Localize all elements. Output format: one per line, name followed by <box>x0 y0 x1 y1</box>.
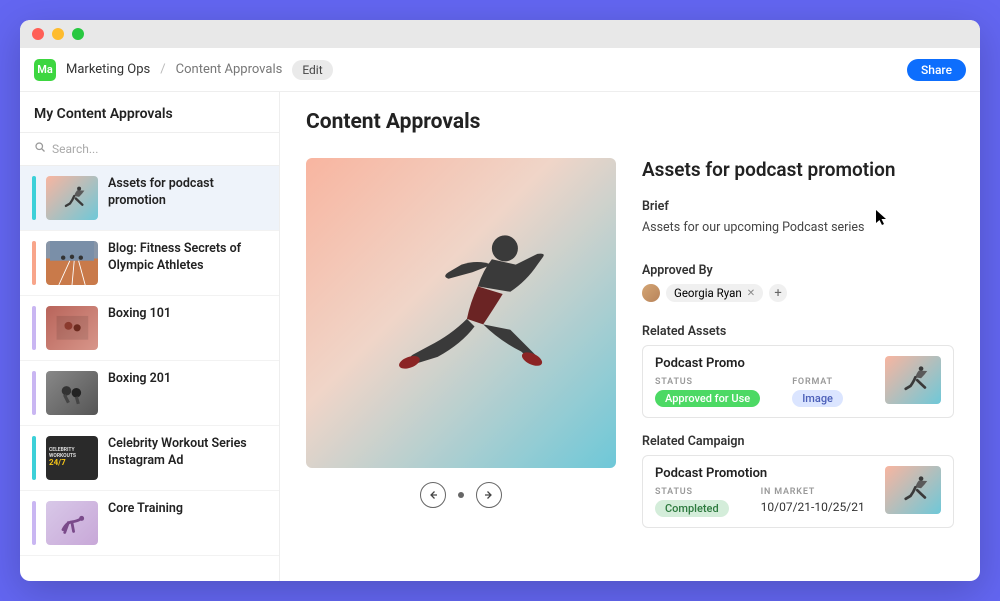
related-campaign-label: Related Campaign <box>642 434 954 449</box>
main-panel: Content Approvals <box>280 92 980 581</box>
approver-tag[interactable]: Georgia Ryan ✕ <box>666 284 763 302</box>
brief-text: Assets for our upcoming Podcast series <box>642 220 954 235</box>
item-title: Core Training <box>108 501 183 545</box>
search-icon <box>34 141 46 157</box>
related-asset-card[interactable]: Podcast Promo STATUS Approved for Use FO… <box>642 345 954 418</box>
item-accent-bar <box>32 371 36 415</box>
sidebar-item[interactable]: Boxing 101 <box>20 296 279 361</box>
asset-format-badge: Image <box>792 390 843 407</box>
add-approver-button[interactable]: + <box>769 284 787 302</box>
carousel-prev-button[interactable] <box>420 482 446 508</box>
item-accent-bar <box>32 176 36 220</box>
item-title: Assets for podcast promotion <box>108 176 267 220</box>
approver-name: Georgia Ryan <box>674 286 742 300</box>
item-thumbnail <box>46 306 98 350</box>
edit-button[interactable]: Edit <box>292 60 332 80</box>
item-thumbnail: CELEBRITY WORKOUTS24/7 <box>46 436 98 480</box>
top-bar: Ma Marketing Ops / Content Approvals Edi… <box>20 48 980 92</box>
format-label: FORMAT <box>792 377 843 387</box>
in-market-value: 10/07/21-10/25/21 <box>761 500 865 514</box>
page-title: Content Approvals <box>306 110 954 134</box>
runner-image <box>353 205 570 422</box>
brief-label: Brief <box>642 199 954 214</box>
status-label: STATUS <box>655 377 760 387</box>
related-assets-label: Related Assets <box>642 324 954 339</box>
sidebar-list: Assets for podcast promotion Blog: Fitnes… <box>20 166 279 581</box>
item-title: Boxing 201 <box>108 371 171 415</box>
item-accent-bar <box>32 501 36 545</box>
search-input[interactable] <box>52 142 265 156</box>
item-thumbnail <box>46 371 98 415</box>
sidebar-item[interactable]: Boxing 201 <box>20 361 279 426</box>
remove-approver-icon[interactable]: ✕ <box>747 288 755 299</box>
related-campaign-card[interactable]: Podcast Promotion STATUS Completed IN MA… <box>642 455 954 528</box>
related-asset-title: Podcast Promo <box>655 356 873 371</box>
item-title: Celebrity Workout Series Instagram Ad <box>108 436 267 480</box>
minimize-window-icon[interactable] <box>52 28 64 40</box>
sidebar-item[interactable]: Core Training <box>20 491 279 556</box>
item-accent-bar <box>32 241 36 285</box>
item-title: Blog: Fitness Secrets of Olympic Athlete… <box>108 241 267 285</box>
breadcrumb-separator: / <box>160 62 165 77</box>
item-accent-bar <box>32 436 36 480</box>
item-thumbnail <box>46 176 98 220</box>
related-campaign-thumb <box>885 466 941 514</box>
window-titlebar <box>20 20 980 48</box>
sidebar-item[interactable]: Assets for podcast promotion <box>20 166 279 231</box>
related-campaign-title: Podcast Promotion <box>655 466 873 481</box>
item-thumbnail <box>46 501 98 545</box>
share-button[interactable]: Share <box>907 59 966 81</box>
sidebar-item[interactable]: Blog: Fitness Secrets of Olympic Athlete… <box>20 231 279 296</box>
close-window-icon[interactable] <box>32 28 44 40</box>
carousel-dot <box>458 492 464 498</box>
breadcrumb-page[interactable]: Content Approvals <box>176 62 283 77</box>
carousel-next-button[interactable] <box>476 482 502 508</box>
sidebar: My Content Approvals Assets for podcast … <box>20 92 280 581</box>
campaign-status-badge: Completed <box>655 500 729 517</box>
breadcrumb-workspace[interactable]: Marketing Ops <box>66 62 150 77</box>
item-thumbnail <box>46 241 98 285</box>
sidebar-title: My Content Approvals <box>20 92 279 133</box>
approver-avatar <box>642 284 660 302</box>
asset-preview[interactable] <box>306 158 616 468</box>
campaign-status-label: STATUS <box>655 487 729 497</box>
approved-by-label: Approved By <box>642 263 954 278</box>
maximize-window-icon[interactable] <box>72 28 84 40</box>
in-market-label: IN MARKET <box>761 487 865 497</box>
sidebar-item[interactable]: CELEBRITY WORKOUTS24/7Celebrity Workout … <box>20 426 279 491</box>
item-accent-bar <box>32 306 36 350</box>
workspace-avatar[interactable]: Ma <box>34 59 56 81</box>
asset-status-badge: Approved for Use <box>655 390 760 407</box>
record-title: Assets for podcast promotion <box>642 158 954 181</box>
item-title: Boxing 101 <box>108 306 171 350</box>
related-asset-thumb <box>885 356 941 404</box>
